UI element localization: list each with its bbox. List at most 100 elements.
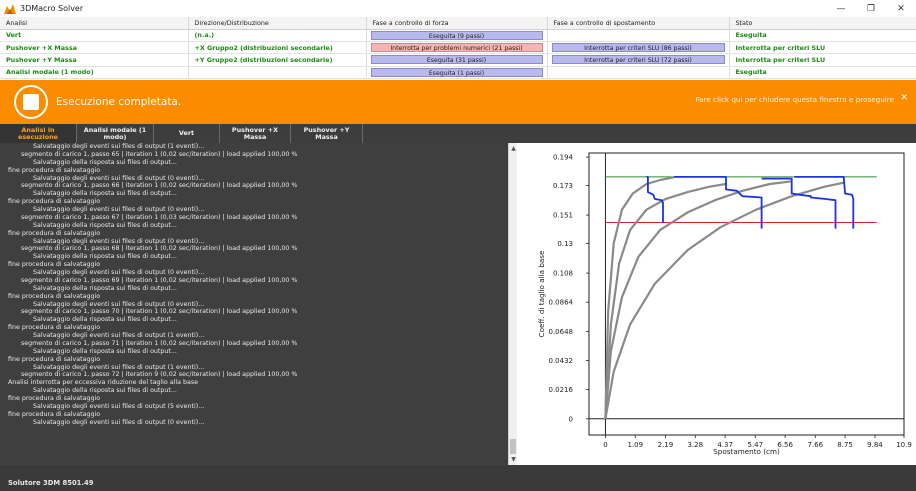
y-tick-label: 0.13 [557,240,573,248]
force-phase-status: Eseguita (9 passi) [370,30,543,40]
summary-header-row: Analisi Direzione/Distribuzione Fase a c… [0,17,916,30]
pushover-chart: 0 1.09 2.19 3.28 4.37 5.47 6.56 7.66 8.75 9.84 10.… [517,143,916,465]
pushover-curve [604,181,844,419]
analysis-direction: (n.a.) [188,29,367,42]
log-line: Salvataggio degli eventi sui files di ou… [33,174,205,182]
y-axis-label: Coeff. di taglio alla base [537,250,546,337]
x-tick-label: 0 [603,441,607,449]
minimize-button[interactable]: — [826,0,856,17]
y-tick-label: 0 [569,415,573,423]
log-line: segmento di carico 1, passo 69 | iterati… [21,276,298,284]
x-tick-label: 3.28 [687,441,703,449]
x-tick-label: 2.19 [658,441,674,449]
analysis-direction [188,66,367,80]
x-tick-label: 10.9 [896,441,912,449]
log-line: fine procedura di salvataggio [8,410,101,418]
x-tick-label: 9.84 [867,441,883,449]
y-tick-label: 0.173 [553,182,573,190]
displacement-phase-cell: Interrotta per criteri SLU (86 passi) [547,41,730,55]
bottom-spacer [0,465,916,476]
analysis-direction: +Y Gruppo2 (distribuzioni secondarie) [188,53,367,67]
result-tabs: Analisi in esecuzione Analisi modale (1 … [0,124,916,143]
log-line: Salvataggio della risposta sui files di … [33,253,177,261]
column-header-fase-spostamento[interactable]: Fase a controllo di spostamento [547,17,730,30]
summary-row[interactable]: Analisi modale (1 modo) Eseguita (1 passi… [0,66,916,80]
log-line: Salvataggio della risposta sui files di … [33,387,177,395]
app-logo-icon [4,3,16,14]
close-button[interactable]: ✕ [886,0,916,17]
tab-pushover-y[interactable]: Pushover +Y Massa [291,124,363,143]
force-phase-cell: Eseguita (31 passi) [366,53,548,67]
y-tick-label: 0.0432 [549,357,574,365]
log-line: Salvataggio degli eventi sui files di ou… [33,269,205,276]
column-header-fase-forza[interactable]: Fase a controllo di forza [366,17,548,30]
solver-window: 3DMacro Solver — ❐ ✕ Analisi Direzione/D… [0,0,916,491]
log-line: Salvataggio degli eventi sui files di ou… [33,237,205,245]
log-line: Salvataggio degli eventi sui files di ou… [33,206,205,213]
log-line: segmento di carico 1, passo 72 | iterati… [21,371,298,379]
tab-pushover-x[interactable]: Pushover +X Massa [220,124,291,143]
force-phase-status: Interrotta per problemi numerici (21 pas… [370,43,543,53]
tab-analisi-modale[interactable]: Analisi modale (1 modo) [77,124,154,143]
force-phase-cell: Interrotta per problemi numerici (21 pas… [366,41,548,55]
tab-vert[interactable]: Vert [154,124,220,143]
x-tick-label: 1.09 [627,441,643,449]
plot-frame [588,152,905,436]
y-tick-label: 0.0864 [549,299,574,307]
log-line: fine procedura di salvataggio [8,355,101,363]
completion-message: Esecuzione completata. [56,96,182,108]
close-and-continue-link[interactable]: Fare click qui per chiudere questa fines… [696,95,894,104]
y-tick-label: 0.194 [553,154,574,162]
log-line: fine procedura di salvataggio [8,229,101,237]
summary-row[interactable]: Pushover +Y Massa +Y Gruppo2 (distribuzio… [0,53,916,67]
analysis-name: Pushover +Y Massa [0,53,189,67]
log-line: Salvataggio degli eventi sui files di ou… [33,363,205,371]
analysis-status: Eseguita [729,66,916,80]
column-header-analisi[interactable]: Analisi [0,17,189,30]
analysis-name: Analisi modale (1 modo) [0,66,189,80]
summary-row[interactable]: Pushover +X Massa +X Gruppo2 (distribuzio… [0,41,916,55]
summary-row[interactable]: Vert (n.a.) Eseguita (9 passi) Eseguita [0,29,916,42]
pushover-curve [604,182,727,419]
completion-banner[interactable]: Esecuzione completata. Fare click qui pe… [0,80,916,124]
displacement-phase-status: Interrotta per criteri SLU (72 passi) [551,55,725,65]
analysis-direction: +X Gruppo2 (distribuzioni secondarie) [188,41,367,55]
column-header-direzione[interactable]: Direzione/Distribuzione [188,17,367,30]
y-tick-label: 0.151 [553,212,573,220]
log-line: Salvataggio della risposta sui files di … [33,284,177,292]
log-line: fine procedura di salvataggio [8,395,101,402]
window-controls: — ❐ ✕ [826,0,916,17]
status-bar: Solutore 3DM 8501.49 [0,476,916,491]
pushover-chart-svg: 0 1.09 2.19 3.28 4.37 5.47 6.56 7.66 8.75 9.84 10.… [537,152,912,456]
force-phase-cell: Eseguita (1 passi) [366,66,548,80]
y-tick-label: 0.108 [553,270,573,278]
displacement-phase-cell: Interrotta per criteri SLU (72 passi) [547,53,730,67]
log-line: Salvataggio della risposta sui files di … [33,316,177,324]
log-line: segmento di carico 1, passo 66 | iterati… [21,182,298,190]
log-line: Salvataggio degli eventi sui files di ou… [33,300,205,308]
log-line: Salvataggio degli eventi sui files di ou… [33,143,205,150]
log-line: Analisi interrotta per eccessiva riduzio… [8,379,199,387]
tab-analisi-in-esecuzione[interactable]: Analisi in esecuzione [0,124,77,143]
analysis-status: Eseguita [729,29,916,42]
log-line: segmento di carico 1, passo 68 | iterati… [21,245,298,253]
log-line: segmento di carico 1, passo 71 | iterati… [21,339,298,347]
log-line: Salvataggio degli eventi sui files di ou… [33,332,205,339]
y-tick-label: 0.0216 [549,386,574,394]
column-header-stato[interactable]: Stato [729,17,916,30]
maximize-button[interactable]: ❐ [856,0,886,17]
force-phase-status: Eseguita (1 passi) [370,67,543,77]
close-banner-icon[interactable]: ✕ [900,93,908,103]
scroll-thumb[interactable] [510,439,516,454]
log-scrollbar[interactable]: ▲ ▼ [508,143,517,465]
summary-body: Vert (n.a.) Eseguita (9 passi) Eseguita Push… [0,29,916,80]
execution-log[interactable]: Salvataggio degli eventi sui files di ou… [0,143,508,465]
log-line: fine procedura di salvataggio [8,324,101,332]
stop-icon [14,85,48,119]
log-line: segmento di carico 1, passo 70 | iterati… [21,308,298,316]
analysis-status: Interrotta per criteri SLU [729,53,916,67]
displacement-phase-cell [547,66,730,80]
log-line: fine procedura di salvataggio [8,292,101,300]
pushover-curve [794,176,855,229]
log-line: Salvataggio della risposta sui files di … [33,347,177,355]
